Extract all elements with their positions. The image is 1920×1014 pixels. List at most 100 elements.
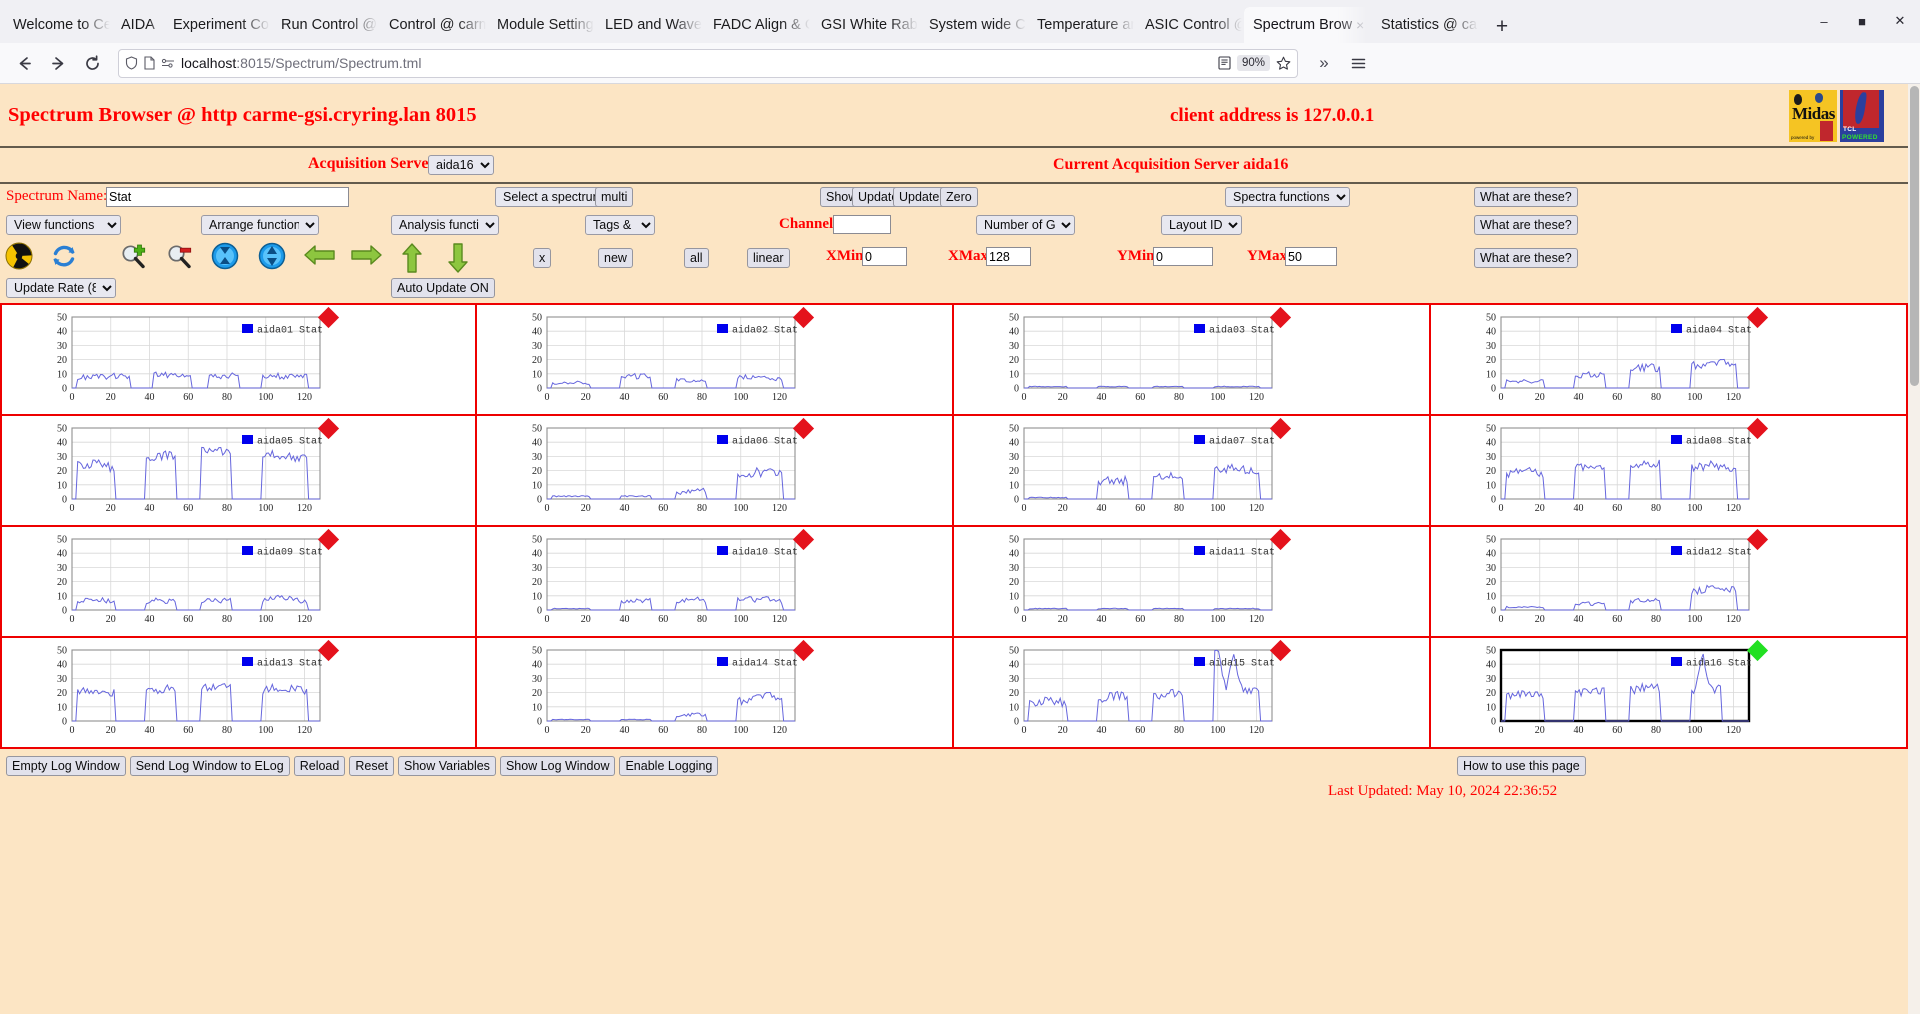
spectrum-panel[interactable]: 01020304050020406080100120aida01 Stat <box>0 305 477 416</box>
layout-id-dropdown[interactable]: Layout ID=2 <box>1161 215 1242 235</box>
maximize-button[interactable]: ■ <box>1848 8 1876 34</box>
browser-tab[interactable]: Statistics @ carm <box>1372 7 1480 43</box>
log-action-button[interactable]: Reload <box>294 756 346 776</box>
arrow-down-icon[interactable] <box>445 242 475 272</box>
spectrum-panel[interactable]: 01020304050020406080100120aida16 Stat <box>1431 638 1908 749</box>
browser-tab-title: ASIC Control @ <box>1145 17 1244 33</box>
spectrum-panel[interactable]: 01020304050020406080100120aida14 Stat <box>477 638 954 749</box>
arrange-functions-dropdown[interactable]: Arrange functions <box>201 215 319 235</box>
close-window-button[interactable]: ✕ <box>1886 8 1914 34</box>
app-menu-icon[interactable] <box>1342 48 1374 78</box>
spectrum-panel[interactable]: 01020304050020406080100120aida05 Stat <box>0 416 477 527</box>
ymin-input[interactable] <box>1153 247 1213 266</box>
view-functions-dropdown[interactable]: View functions <box>6 215 121 235</box>
spectrum-panel[interactable]: 01020304050020406080100120aida13 Stat <box>0 638 477 749</box>
browser-tab-title: GSI White Rabbi <box>821 17 920 33</box>
permissions-icon[interactable] <box>161 56 175 70</box>
browser-tab[interactable]: AIDA <box>112 7 164 43</box>
browser-tab[interactable]: Experiment Cont <box>164 7 272 43</box>
spectrum-panel[interactable]: 01020304050020406080100120aida04 Stat <box>1431 305 1908 416</box>
svg-text:20: 20 <box>581 392 591 403</box>
new-button[interactable]: new <box>598 248 633 268</box>
spectrum-panel[interactable]: 01020304050020406080100120aida03 Stat <box>954 305 1431 416</box>
channel-input[interactable] <box>833 215 891 234</box>
zoom-in-icon[interactable] <box>119 242 149 272</box>
overflow-menu-icon[interactable]: » <box>1308 48 1340 78</box>
linear-button[interactable]: linear <box>747 248 790 268</box>
page-scrollbar[interactable] <box>1908 84 1920 1014</box>
log-action-button[interactable]: Show Log Window <box>500 756 616 776</box>
log-action-button[interactable]: Send Log Window to ELog <box>130 756 290 776</box>
browser-tab[interactable]: System wide Cha <box>920 7 1028 43</box>
star-icon[interactable] <box>1276 56 1291 71</box>
xmax-label: XMax <box>948 248 988 265</box>
auto-update-toggle[interactable]: Auto Update ON <box>391 278 495 298</box>
legend-label: aida16 Stat <box>1686 658 1752 670</box>
analysis-functions-dropdown[interactable]: Analysis functions <box>391 215 499 235</box>
zoom-out-icon[interactable] <box>165 242 195 272</box>
new-tab-button[interactable]: + <box>1486 11 1518 43</box>
update-rate-dropdown[interactable]: Update Rate (8 secs) <box>6 278 116 298</box>
log-action-button[interactable]: Enable Logging <box>619 756 718 776</box>
what-are-these-button-2[interactable]: What are these? <box>1474 215 1578 235</box>
spectrum-panel[interactable]: 01020304050020406080100120aida15 Stat <box>954 638 1431 749</box>
spectrum-panel[interactable]: 01020304050020406080100120aida02 Stat <box>477 305 954 416</box>
browser-tab[interactable]: Control @ carme <box>380 7 488 43</box>
xmin-input[interactable] <box>862 247 907 266</box>
log-action-button[interactable]: Reset <box>349 756 394 776</box>
how-to-use-button[interactable]: How to use this page <box>1457 756 1586 776</box>
spectrum-panel[interactable]: 01020304050020406080100120aida08 Stat <box>1431 416 1908 527</box>
all-button[interactable]: all <box>684 248 709 268</box>
refresh-icon[interactable] <box>50 242 80 272</box>
spectrum-panel[interactable]: 01020304050020406080100120aida12 Stat <box>1431 527 1908 638</box>
expand-vertical-icon[interactable] <box>258 242 288 272</box>
x-button[interactable]: x <box>533 248 551 268</box>
arrow-up-icon[interactable] <box>399 242 429 272</box>
multi-button[interactable]: multi <box>595 187 633 207</box>
arrow-right-icon[interactable] <box>349 242 383 272</box>
acquisition-server-select[interactable]: aida16 <box>428 155 494 175</box>
log-action-button[interactable]: Show Variables <box>398 756 496 776</box>
browser-tab[interactable]: Temperature and <box>1028 7 1136 43</box>
spectrum-panel[interactable]: 01020304050020406080100120aida07 Stat <box>954 416 1431 527</box>
radioactive-icon[interactable] <box>5 242 35 272</box>
zoom-level-badge[interactable]: 90% <box>1237 55 1270 71</box>
reader-mode-icon[interactable] <box>1218 56 1231 70</box>
browser-tab[interactable]: LED and Wavefo <box>596 7 704 43</box>
url-text[interactable]: localhost:8015/Spectrum/Spectrum.tml <box>181 55 1212 71</box>
svg-text:20: 20 <box>106 614 116 625</box>
spectrum-panel[interactable]: 01020304050020406080100120aida06 Stat <box>477 416 954 527</box>
spectrum-panel[interactable]: 01020304050020406080100120aida11 Stat <box>954 527 1431 638</box>
browser-tab[interactable]: GSI White Rabbi <box>812 7 920 43</box>
spectra-functions-dropdown[interactable]: Spectra functions <box>1225 187 1350 207</box>
zero-button[interactable]: Zero <box>940 187 978 207</box>
spectrum-panel[interactable]: 01020304050020406080100120aida09 Stat <box>0 527 477 638</box>
collapse-vertical-icon[interactable] <box>211 242 241 272</box>
scrollbar-thumb[interactable] <box>1910 86 1919 386</box>
page-info-icon[interactable] <box>144 56 155 70</box>
what-are-these-button-1[interactable]: What are these? <box>1474 187 1578 207</box>
arrow-left-icon[interactable] <box>303 242 337 272</box>
browser-tab[interactable]: Module Settings <box>488 7 596 43</box>
reload-icon[interactable] <box>76 48 108 78</box>
tab-close-icon[interactable]: × <box>1356 17 1364 33</box>
svg-text:0: 0 <box>62 384 67 395</box>
number-of-galleries-dropdown[interactable]: Number of Galleries <box>976 215 1075 235</box>
svg-text:0: 0 <box>1014 606 1019 617</box>
forward-icon[interactable] <box>42 48 74 78</box>
browser-tab[interactable]: Welcome to Cent <box>4 7 112 43</box>
tags-and-fits-dropdown[interactable]: Tags & Fits <box>585 215 655 235</box>
browser-tab[interactable]: Spectrum Brow× <box>1244 7 1372 43</box>
browser-tab[interactable]: FADC Align & Ca <box>704 7 812 43</box>
minimize-button[interactable]: – <box>1810 8 1838 34</box>
log-action-button[interactable]: Empty Log Window <box>6 756 126 776</box>
address-bar[interactable]: localhost:8015/Spectrum/Spectrum.tml 90% <box>118 49 1298 78</box>
what-are-these-button-3[interactable]: What are these? <box>1474 248 1578 268</box>
ymax-input[interactable] <box>1285 247 1337 266</box>
spectrum-panel[interactable]: 01020304050020406080100120aida10 Stat <box>477 527 954 638</box>
spectrum-name-input[interactable] <box>106 187 349 207</box>
xmax-input[interactable] <box>986 247 1031 266</box>
browser-tab[interactable]: ASIC Control @ <box>1136 7 1244 43</box>
browser-tab[interactable]: Run Control @ c <box>272 7 380 43</box>
back-icon[interactable] <box>8 48 40 78</box>
